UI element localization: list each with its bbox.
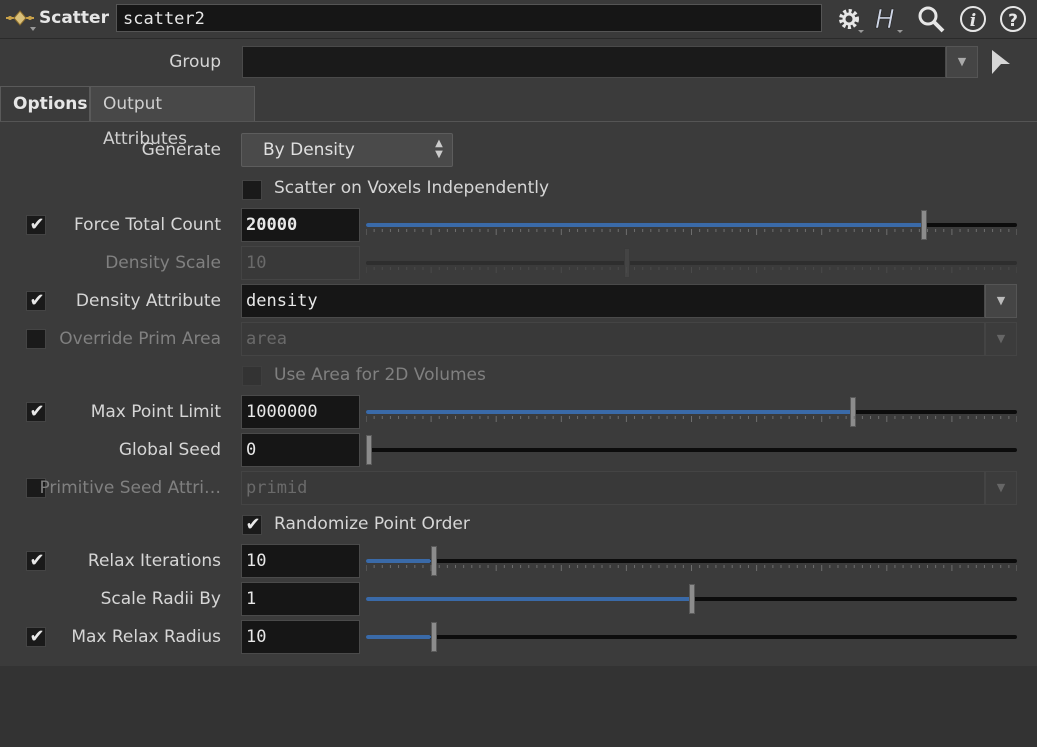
- global-seed-handle[interactable]: [366, 435, 372, 465]
- select-arrow-icon[interactable]: [988, 48, 1014, 76]
- node-type-label: Scatter: [39, 8, 109, 28]
- max-point-limit-slider[interactable]: [366, 410, 1017, 414]
- scale-radii-handle[interactable]: [688, 584, 695, 614]
- max-relax-radius-slider[interactable]: [366, 635, 1017, 639]
- node-name-input[interactable]: scatter2: [116, 4, 822, 32]
- relax-iterations-label: Relax Iterations: [87, 551, 221, 571]
- chevron-down-icon: ▼: [996, 294, 1006, 307]
- group-input[interactable]: [242, 46, 946, 78]
- density-scale-label: Density Scale: [105, 253, 221, 273]
- density-attribute-dropdown[interactable]: ▼: [985, 284, 1017, 318]
- houdini-help-icon[interactable]: H: [873, 4, 903, 34]
- max-relax-radius-handle[interactable]: [430, 622, 437, 652]
- relax-iterations-handle[interactable]: [430, 546, 437, 576]
- generate-value: By Density: [263, 140, 355, 160]
- force-total-count-slider[interactable]: [366, 223, 1017, 227]
- generate-label: Generate: [141, 140, 221, 160]
- svg-text:i: i: [970, 11, 976, 31]
- primitive-seed-input: primid: [241, 471, 985, 505]
- scatter-node-icon[interactable]: [4, 8, 36, 32]
- tab-options[interactable]: Options: [0, 86, 90, 121]
- scale-radii-input[interactable]: 1: [241, 582, 360, 616]
- slider-ticks: [366, 229, 1017, 235]
- gear-icon[interactable]: [834, 4, 864, 34]
- max-point-limit-handle[interactable]: [849, 397, 856, 427]
- relax-iterations-slider[interactable]: [366, 559, 1017, 563]
- scale-radii-label: Scale Radii By: [100, 589, 221, 609]
- updown-arrows-icon: ▲ ▼: [435, 138, 443, 160]
- override-prim-area-input: area: [241, 322, 985, 356]
- chevron-down-icon: ▼: [957, 55, 967, 68]
- empty-panel-area: [0, 666, 1037, 747]
- density-scale-input: 10: [241, 246, 360, 280]
- slider-ticks: [366, 565, 1017, 571]
- tab-output-attributes[interactable]: Output Attributes: [90, 86, 255, 149]
- slider-ticks: [366, 267, 1017, 273]
- slider-ticks: [366, 416, 1017, 422]
- override-prim-area-label: Override Prim Area: [59, 329, 221, 349]
- chevron-down-icon: ▼: [996, 481, 1006, 494]
- svg-text:?: ?: [1008, 11, 1018, 31]
- max-point-limit-input[interactable]: 1000000: [241, 395, 360, 429]
- tab-divider: [0, 121, 1037, 122]
- use-area-2d-label: Use Area for 2D Volumes: [274, 365, 486, 385]
- use-area-2d-checkbox: [242, 366, 262, 386]
- slider-fill: [366, 410, 855, 414]
- density-attribute-label: Density Attribute: [75, 291, 221, 311]
- density-scale-handle: [624, 248, 630, 278]
- randomize-order-checkbox[interactable]: ✔: [242, 515, 262, 535]
- chevron-down-icon: ▼: [996, 332, 1006, 345]
- force-total-count-handle[interactable]: [920, 210, 927, 240]
- search-icon[interactable]: [916, 4, 946, 34]
- checkmark-icon: ✔: [245, 514, 261, 535]
- max-relax-radius-input[interactable]: 10: [241, 620, 360, 654]
- override-prim-area-dropdown: ▼: [985, 322, 1017, 356]
- max-relax-radius-label: Max Relax Radius: [71, 627, 221, 647]
- global-seed-input[interactable]: 0: [241, 433, 360, 467]
- global-seed-label: Global Seed: [118, 440, 221, 460]
- max-point-limit-label: Max Point Limit: [90, 402, 221, 422]
- scatter-voxels-label: Scatter on Voxels Independently: [274, 178, 550, 198]
- density-attribute-input[interactable]: density: [241, 284, 985, 318]
- force-total-count-input[interactable]: 20000: [241, 208, 360, 242]
- relax-iterations-input[interactable]: 10: [241, 544, 360, 578]
- primitive-seed-label: Primitive Seed Attri…: [39, 478, 221, 498]
- primitive-seed-dropdown: ▼: [985, 471, 1017, 505]
- slider-fill: [366, 597, 692, 601]
- global-seed-slider[interactable]: [366, 448, 1017, 452]
- slider-fill: [366, 223, 926, 227]
- scatter-voxels-checkbox[interactable]: [242, 180, 262, 200]
- generate-menu[interactable]: By Density ▲ ▼: [241, 133, 453, 167]
- force-total-count-label: Force Total Count: [74, 215, 221, 235]
- slider-fill: [366, 635, 432, 639]
- help-icon[interactable]: ?: [998, 4, 1028, 34]
- group-label: Group: [169, 52, 221, 72]
- randomize-order-label: Randomize Point Order: [274, 514, 470, 534]
- info-icon[interactable]: i: [958, 4, 988, 34]
- svg-text:H: H: [875, 5, 895, 34]
- group-dropdown-button[interactable]: ▼: [946, 46, 978, 78]
- slider-fill: [366, 559, 432, 563]
- density-scale-slider: [366, 261, 1017, 265]
